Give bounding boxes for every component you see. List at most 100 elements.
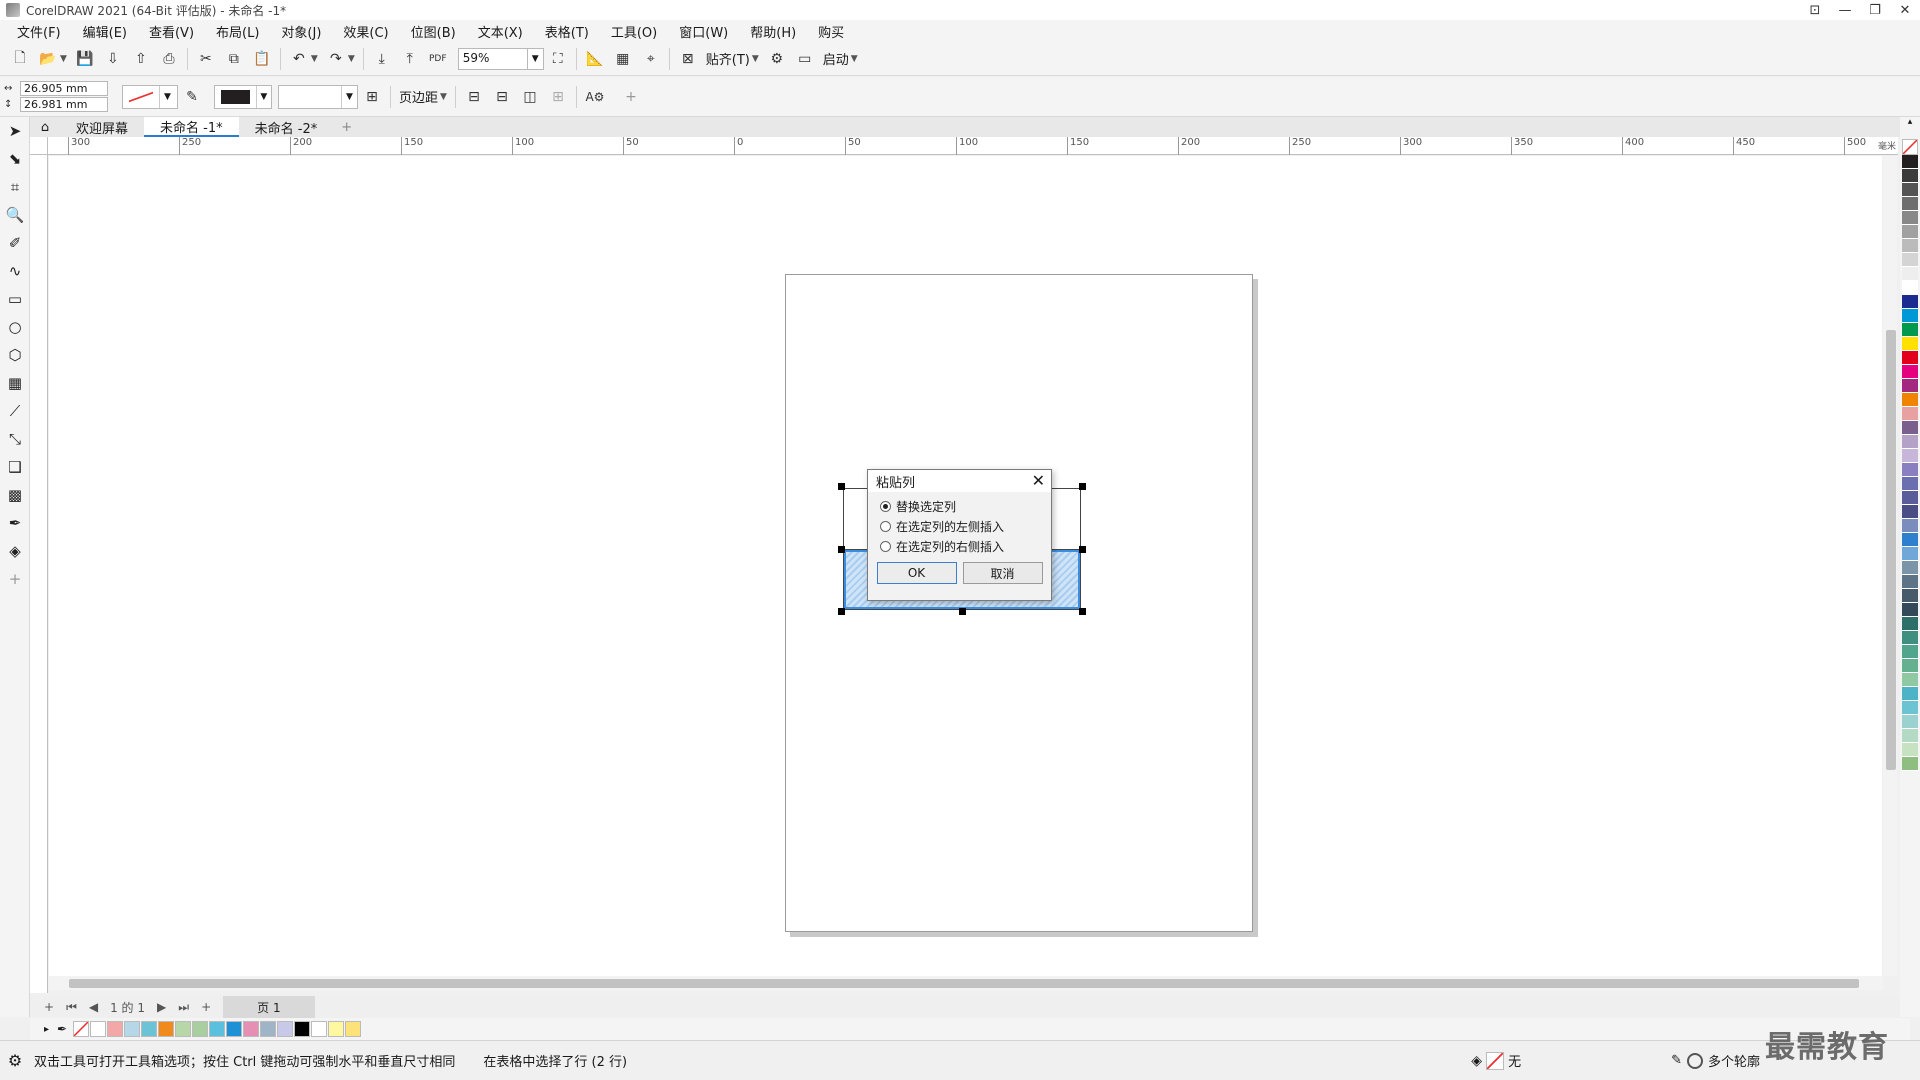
color-swatch[interactable] — [345, 1021, 362, 1037]
add-tool-icon[interactable]: + — [0, 565, 30, 593]
snap-to-menu[interactable]: 贴齐(T) — [706, 49, 750, 68]
pick-tool-icon[interactable]: ➤ — [0, 117, 30, 145]
color-swatch[interactable] — [1902, 645, 1918, 659]
close-icon[interactable]: ✕ — [1032, 473, 1045, 489]
import-icon[interactable]: ⤓ — [370, 47, 394, 71]
snap-off-icon[interactable]: ⊠ — [676, 47, 700, 71]
drop-shadow-icon[interactable]: ❑ — [0, 453, 30, 481]
color-swatch[interactable] — [226, 1021, 243, 1037]
color-swatch[interactable] — [311, 1021, 328, 1037]
table-borders-icon[interactable]: ⊞ — [360, 85, 384, 109]
color-swatch[interactable] — [1902, 715, 1918, 729]
color-swatch[interactable] — [1902, 393, 1918, 407]
color-swatch[interactable] — [1902, 631, 1918, 645]
selection-handle[interactable] — [838, 483, 845, 490]
color-swatch[interactable] — [1902, 421, 1918, 435]
tab-untitled-2[interactable]: 未命名 -2* — [239, 117, 334, 137]
color-swatch[interactable] — [1902, 575, 1918, 589]
launch-menu[interactable]: 启动 — [823, 49, 849, 68]
chevron-down-icon[interactable]: ▼ — [752, 54, 759, 64]
ruler-origin[interactable] — [30, 137, 48, 155]
undo-icon[interactable]: ↶ — [287, 47, 311, 71]
save-icon[interactable]: 💾 — [73, 47, 97, 71]
color-swatch[interactable] — [1902, 323, 1918, 337]
color-swatch[interactable] — [1902, 309, 1918, 323]
color-swatch[interactable] — [1902, 435, 1918, 449]
cloud-upload-icon[interactable]: ⇧ — [129, 47, 153, 71]
palette-scroll-up-icon[interactable]: ▴ — [1900, 117, 1920, 139]
radio-insert-left[interactable] — [880, 520, 891, 532]
color-swatch[interactable] — [1902, 519, 1918, 533]
height-field[interactable]: 26.981 mm — [20, 97, 108, 112]
gear-icon[interactable]: ⚙ — [765, 47, 789, 71]
color-swatch[interactable] — [1902, 561, 1918, 575]
color-swatch[interactable] — [1902, 463, 1918, 477]
menu-window[interactable]: 窗口(W) — [668, 22, 739, 41]
color-swatch[interactable] — [1902, 169, 1918, 183]
restore-panel-icon[interactable]: ⊡ — [1800, 0, 1830, 20]
horizontal-ruler[interactable]: 300 250 200 150 100 50 0 50 100 150 200 … — [48, 137, 1898, 155]
menu-object[interactable]: 对象(J) — [270, 22, 332, 41]
transparency-icon[interactable]: ▩ — [0, 481, 30, 509]
first-page-icon[interactable]: ⏮ — [66, 1000, 77, 1015]
color-swatch[interactable] — [1902, 547, 1918, 561]
add-page-after-icon[interactable]: + — [201, 1000, 211, 1014]
full-screen-icon[interactable]: ⛶ — [546, 47, 570, 71]
zoom-tool-icon[interactable]: 🔍 — [0, 201, 30, 229]
chevron-down-icon[interactable]: ▼ — [60, 54, 67, 64]
color-swatch[interactable] — [1902, 183, 1918, 197]
color-swatch[interactable] — [1902, 351, 1918, 365]
color-swatch[interactable] — [1902, 505, 1918, 519]
split-horizontal-icon[interactable]: ⊟ — [490, 85, 514, 109]
width-field[interactable]: 26.905 mm — [20, 81, 108, 96]
selection-handle[interactable] — [959, 608, 966, 615]
color-swatch[interactable] — [1902, 701, 1918, 715]
option-insert-left[interactable]: 在选定列的左侧插入 — [868, 516, 1051, 536]
color-swatch[interactable] — [124, 1021, 141, 1037]
home-icon[interactable]: ⌂ — [30, 117, 60, 137]
color-swatch[interactable] — [1902, 659, 1918, 673]
color-swatch[interactable] — [243, 1021, 260, 1037]
menu-bitmaps[interactable]: 位图(B) — [400, 22, 467, 41]
ellipse-tool-icon[interactable]: ○ — [0, 313, 30, 341]
guidelines-icon[interactable]: ⌖ — [639, 47, 663, 71]
color-swatch[interactable] — [277, 1021, 294, 1037]
open-folder-icon[interactable]: 📂 — [36, 47, 60, 71]
chevron-down-icon[interactable]: ▼ — [440, 92, 447, 102]
export-icon[interactable]: ⤒ — [398, 47, 422, 71]
menu-table[interactable]: 表格(T) — [534, 22, 600, 41]
cloud-download-icon[interactable]: ⇩ — [101, 47, 125, 71]
color-swatch[interactable] — [260, 1021, 277, 1037]
unmerge-cells-icon[interactable]: ⊞ — [546, 85, 570, 109]
color-swatch[interactable] — [1902, 407, 1918, 421]
scroll-thumb[interactable] — [69, 979, 1859, 988]
tab-untitled-1[interactable]: 未命名 -1* — [144, 117, 239, 137]
page-tab[interactable]: 页 1 — [223, 995, 315, 1019]
option-insert-right[interactable]: 在选定列的右侧插入 — [868, 536, 1051, 556]
color-swatch[interactable] — [1902, 267, 1918, 281]
add-page-icon[interactable]: + — [44, 1000, 54, 1014]
color-swatch[interactable] — [209, 1021, 226, 1037]
artistic-media-icon[interactable]: ∿ — [0, 257, 30, 285]
no-color-swatch[interactable] — [1902, 139, 1918, 155]
menu-edit[interactable]: 编辑(E) — [72, 22, 138, 41]
previous-page-icon[interactable]: ◀ — [89, 1000, 98, 1014]
connector-tool-icon[interactable]: ⤡ — [0, 425, 30, 453]
color-swatch[interactable] — [1902, 589, 1918, 603]
color-swatch[interactable] — [1902, 197, 1918, 211]
color-swatch[interactable] — [294, 1021, 311, 1037]
dimension-tool-icon[interactable]: ⟋ — [0, 397, 30, 425]
menu-text[interactable]: 文本(X) — [467, 22, 534, 41]
copy-icon[interactable]: ⧉ — [222, 47, 246, 71]
horizontal-scrollbar[interactable] — [49, 976, 1883, 990]
eyedropper-icon[interactable]: ✒ — [57, 1022, 67, 1036]
next-page-icon[interactable]: ▶ — [157, 1000, 166, 1014]
menu-tools[interactable]: 工具(O) — [600, 22, 668, 41]
crop-tool-icon[interactable]: ⌗ — [0, 173, 30, 201]
menu-buy[interactable]: 购买 — [807, 22, 855, 41]
color-swatch[interactable] — [1902, 449, 1918, 463]
menu-layout[interactable]: 布局(L) — [205, 22, 270, 41]
menu-file[interactable]: 文件(F) — [6, 22, 72, 41]
color-swatch[interactable] — [1902, 477, 1918, 491]
color-swatch[interactable] — [1902, 379, 1918, 393]
